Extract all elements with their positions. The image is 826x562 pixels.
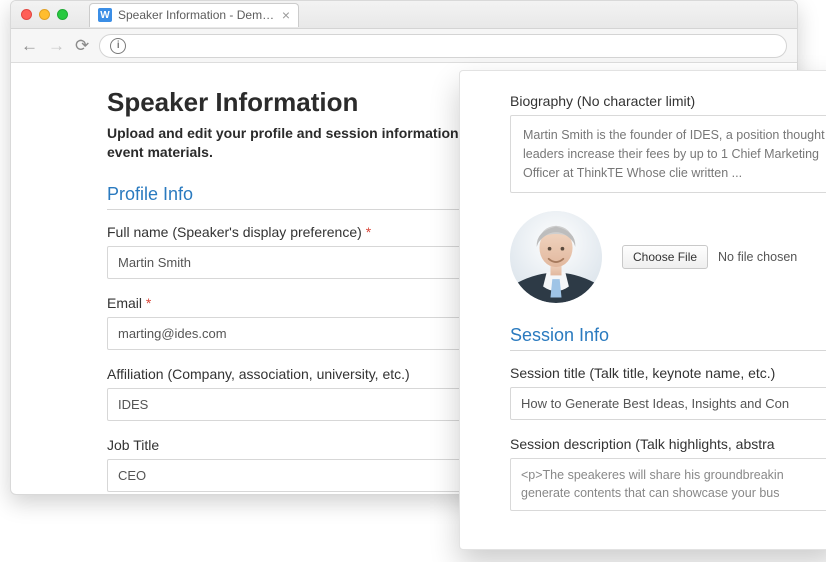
biography-label: Biography (No character limit)	[510, 93, 826, 109]
field-session-title: Session title (Talk title, keynote name,…	[510, 365, 826, 420]
required-mark: *	[146, 295, 151, 311]
full-name-label: Full name (Speaker's display preference)…	[107, 224, 477, 240]
file-status-text: No file chosen	[718, 250, 797, 264]
window-zoom-button[interactable]	[57, 9, 68, 20]
affiliation-input[interactable]	[107, 388, 477, 421]
avatar-image	[510, 211, 602, 303]
email-input[interactable]	[107, 317, 477, 350]
email-label: Email *	[107, 295, 477, 311]
choose-file-button[interactable]: Choose File	[622, 245, 708, 269]
forward-button[interactable]: →	[48, 36, 65, 56]
full-name-label-text: Full name (Speaker's display preference)	[107, 224, 362, 240]
photo-row: Choose File No file chosen	[510, 211, 826, 303]
field-full-name: Full name (Speaker's display preference)…	[107, 224, 477, 279]
browser-toolbar: ← → ⟳ i	[11, 29, 797, 63]
url-bar[interactable]: i	[99, 34, 787, 58]
full-name-input[interactable]	[107, 246, 477, 279]
window-controls	[21, 9, 68, 20]
field-email: Email *	[107, 295, 477, 350]
window-titlebar: W Speaker Information - Demo E ×	[11, 1, 797, 29]
session-description-textarea[interactable]: <p>The speakeres will share his groundbr…	[510, 458, 826, 511]
site-info-icon[interactable]: i	[110, 38, 126, 54]
session-title-input[interactable]	[510, 387, 826, 420]
email-label-text: Email	[107, 295, 142, 311]
session-description-label: Session description (Talk highlights, ab…	[510, 436, 826, 452]
tab-close-icon[interactable]: ×	[282, 8, 290, 22]
tab-title: Speaker Information - Demo E	[118, 8, 276, 22]
window-close-button[interactable]	[21, 9, 32, 20]
session-title-label: Session title (Talk title, keynote name,…	[510, 365, 826, 381]
avatar	[510, 211, 602, 303]
section-rule	[107, 209, 477, 210]
reload-button[interactable]: ⟳	[75, 36, 89, 56]
section-heading-session: Session Info	[510, 325, 826, 346]
page-subtitle: Upload and edit your profile and session…	[107, 124, 487, 162]
section-rule-session	[510, 350, 826, 351]
browser-tab[interactable]: W Speaker Information - Demo E ×	[89, 3, 299, 27]
affiliation-label: Affiliation (Company, association, unive…	[107, 366, 477, 382]
window-minimize-button[interactable]	[39, 9, 50, 20]
tab-favicon: W	[98, 8, 112, 22]
back-button[interactable]: ←	[21, 36, 38, 56]
field-job-title: Job Title	[107, 437, 477, 492]
job-title-input[interactable]	[107, 459, 477, 492]
side-panel: Biography (No character limit) Martin Sm…	[459, 70, 826, 550]
job-title-label: Job Title	[107, 437, 477, 453]
biography-textarea[interactable]: Martin Smith is the founder of IDES, a p…	[510, 115, 826, 193]
field-affiliation: Affiliation (Company, association, unive…	[107, 366, 477, 421]
field-session-description: Session description (Talk highlights, ab…	[510, 436, 826, 511]
required-mark: *	[366, 224, 371, 240]
file-upload: Choose File No file chosen	[622, 245, 797, 269]
